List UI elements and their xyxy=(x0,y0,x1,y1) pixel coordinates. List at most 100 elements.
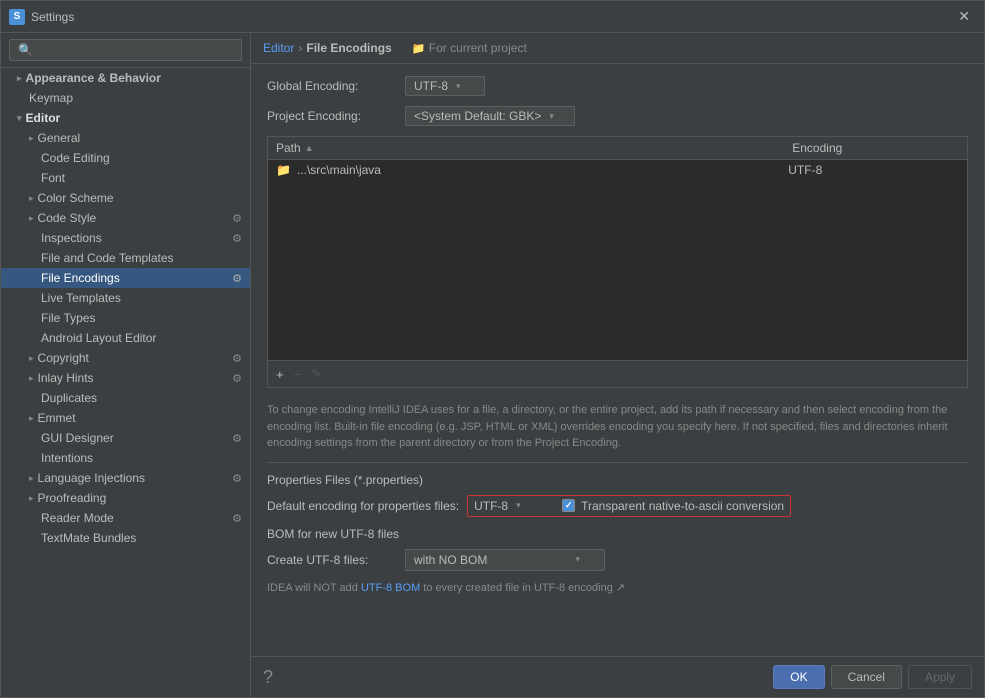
sidebar-item-editor[interactable]: Editor xyxy=(1,108,250,128)
sidebar-item-file-code-templates[interactable]: File and Code Templates xyxy=(1,248,250,268)
chevron-icon xyxy=(29,373,34,384)
main-content: Appearance & Behavior Keymap Editor Gene… xyxy=(1,33,984,697)
default-encoding-label: Default encoding for properties files: xyxy=(267,499,459,513)
project-encoding-label: Project Encoding: xyxy=(267,109,397,123)
gear-icon: ⚙ xyxy=(232,372,242,385)
settings-window: S Settings ✕ Appearance & Behavior Keyma… xyxy=(0,0,985,698)
properties-encoding-dropdown[interactable]: UTF-8 ▾ xyxy=(474,499,554,513)
sidebar-item-intentions[interactable]: Intentions xyxy=(1,448,250,468)
info-text: To change encoding IntelliJ IDEA uses fo… xyxy=(267,396,968,463)
sidebar-item-label: Copyright xyxy=(38,351,89,365)
chevron-icon xyxy=(29,193,34,204)
bom-section: BOM for new UTF-8 files Create UTF-8 fil… xyxy=(267,527,968,594)
sidebar-item-label: Language Injections xyxy=(38,471,145,485)
search-box xyxy=(1,33,250,68)
sidebar-item-inspections[interactable]: Inspections ⚙ xyxy=(1,228,250,248)
sidebar-item-appearance[interactable]: Appearance & Behavior xyxy=(1,68,250,88)
transparent-label: Transparent native-to-ascii conversion xyxy=(581,499,784,513)
table-row[interactable]: 📁 ...\src\main\java UTF-8 xyxy=(268,160,967,180)
sidebar-item-inlay-hints[interactable]: Inlay Hints ⚙ xyxy=(1,368,250,388)
chevron-icon xyxy=(29,413,34,424)
close-button[interactable]: ✕ xyxy=(952,6,976,27)
col-path-header: Path ▲ xyxy=(268,137,784,159)
sidebar-item-label: File Types xyxy=(41,311,95,325)
sidebar-item-reader-mode[interactable]: Reader Mode ⚙ xyxy=(1,508,250,528)
sidebar-item-textmate[interactable]: TextMate Bundles xyxy=(1,528,250,548)
sidebar-item-code-editing[interactable]: Code Editing xyxy=(1,148,250,168)
sidebar-item-file-types[interactable]: File Types xyxy=(1,308,250,328)
global-encoding-row: Global Encoding: UTF-8 ▾ xyxy=(267,76,968,96)
folder-icon: 📁 xyxy=(276,163,291,177)
chevron-icon xyxy=(17,113,22,124)
panel-content: Global Encoding: UTF-8 ▾ Project Encodin… xyxy=(251,64,984,656)
sidebar-item-general[interactable]: General xyxy=(1,128,250,148)
sidebar-item-font[interactable]: Font xyxy=(1,168,250,188)
sidebar-item-label: TextMate Bundles xyxy=(41,531,136,545)
project-encoding-dropdown[interactable]: <System Default: GBK> ▾ xyxy=(405,106,575,126)
utf8-bom-link[interactable]: UTF-8 BOM xyxy=(361,582,420,594)
app-icon: S xyxy=(9,9,25,25)
global-encoding-label: Global Encoding: xyxy=(267,79,397,93)
sidebar-item-label: Code Editing xyxy=(41,151,110,165)
properties-encoding-value: UTF-8 xyxy=(474,499,508,513)
gear-icon: ⚙ xyxy=(232,472,242,485)
sidebar-item-label: Color Scheme xyxy=(38,191,114,205)
default-encoding-row: Default encoding for properties files: U… xyxy=(267,495,968,517)
right-panel: Editor › File Encodings 📁 For current pr… xyxy=(251,33,984,697)
sidebar-item-label: General xyxy=(38,131,81,145)
sidebar-item-file-encodings[interactable]: File Encodings ⚙ xyxy=(1,268,250,288)
apply-button[interactable]: Apply xyxy=(908,665,972,689)
global-encoding-dropdown[interactable]: UTF-8 ▾ xyxy=(405,76,485,96)
footer-buttons: OK Cancel Apply xyxy=(773,665,972,689)
breadcrumb-current: File Encodings xyxy=(306,41,391,55)
chevron-icon xyxy=(29,353,34,364)
gear-icon: ⚙ xyxy=(232,272,242,285)
encoding-highlight-box: UTF-8 ▾ Transparent native-to-ascii conv… xyxy=(467,495,791,517)
breadcrumb: Editor › File Encodings 📁 For current pr… xyxy=(251,33,984,64)
sidebar-item-duplicates[interactable]: Duplicates xyxy=(1,388,250,408)
chevron-icon xyxy=(29,133,34,144)
chevron-down-icon: ▾ xyxy=(575,554,580,565)
sidebar-item-language-injections[interactable]: Language Injections ⚙ xyxy=(1,468,250,488)
remove-button[interactable]: − xyxy=(290,364,306,384)
ok-button[interactable]: OK xyxy=(773,665,824,689)
breadcrumb-project-note: 📁 For current project xyxy=(412,41,527,55)
sidebar-item-gui-designer[interactable]: GUI Designer ⚙ xyxy=(1,428,250,448)
edit-button[interactable]: ✎ xyxy=(307,364,326,384)
cancel-button[interactable]: Cancel xyxy=(831,665,902,689)
sidebar-item-live-templates[interactable]: Live Templates xyxy=(1,288,250,308)
title-bar-left: S Settings xyxy=(9,9,74,25)
bom-dropdown[interactable]: with NO BOM ▾ xyxy=(405,549,605,571)
chevron-down-icon: ▾ xyxy=(516,500,521,511)
sidebar-item-label: Inlay Hints xyxy=(38,371,94,385)
table-cell-encoding: UTF-8 xyxy=(788,163,959,177)
sidebar: Appearance & Behavior Keymap Editor Gene… xyxy=(1,33,251,697)
sidebar-item-label: File Encodings xyxy=(41,271,120,285)
sidebar-item-android-layout[interactable]: Android Layout Editor xyxy=(1,328,250,348)
sidebar-item-label: GUI Designer xyxy=(41,431,114,445)
breadcrumb-parent[interactable]: Editor xyxy=(263,41,294,55)
idea-note: IDEA will NOT add UTF-8 BOM to every cre… xyxy=(267,581,968,594)
sidebar-item-label: Intentions xyxy=(41,451,93,465)
sidebar-item-emmet[interactable]: Emmet xyxy=(1,408,250,428)
search-input[interactable] xyxy=(9,39,242,61)
window-title: Settings xyxy=(31,10,74,24)
project-encoding-value: <System Default: GBK> xyxy=(414,109,541,123)
sidebar-item-label: Android Layout Editor xyxy=(41,331,156,345)
gear-icon: ⚙ xyxy=(232,352,242,365)
sidebar-item-copyright[interactable]: Copyright ⚙ xyxy=(1,348,250,368)
chevron-icon xyxy=(29,213,34,224)
sidebar-item-color-scheme[interactable]: Color Scheme xyxy=(1,188,250,208)
sidebar-item-label: Editor xyxy=(26,111,61,125)
sidebar-item-label: Live Templates xyxy=(41,291,121,305)
sidebar-item-label: Code Style xyxy=(38,211,97,225)
sidebar-item-code-style[interactable]: Code Style ⚙ xyxy=(1,208,250,228)
sidebar-item-keymap[interactable]: Keymap xyxy=(1,88,250,108)
sidebar-item-label: Emmet xyxy=(38,411,76,425)
sidebar-item-proofreading[interactable]: Proofreading xyxy=(1,488,250,508)
transparent-checkbox[interactable] xyxy=(562,499,575,512)
add-button[interactable]: + xyxy=(272,364,288,384)
help-button[interactable]: ? xyxy=(263,667,273,688)
project-encoding-row: Project Encoding: <System Default: GBK> … xyxy=(267,106,968,126)
chevron-icon xyxy=(17,73,22,84)
